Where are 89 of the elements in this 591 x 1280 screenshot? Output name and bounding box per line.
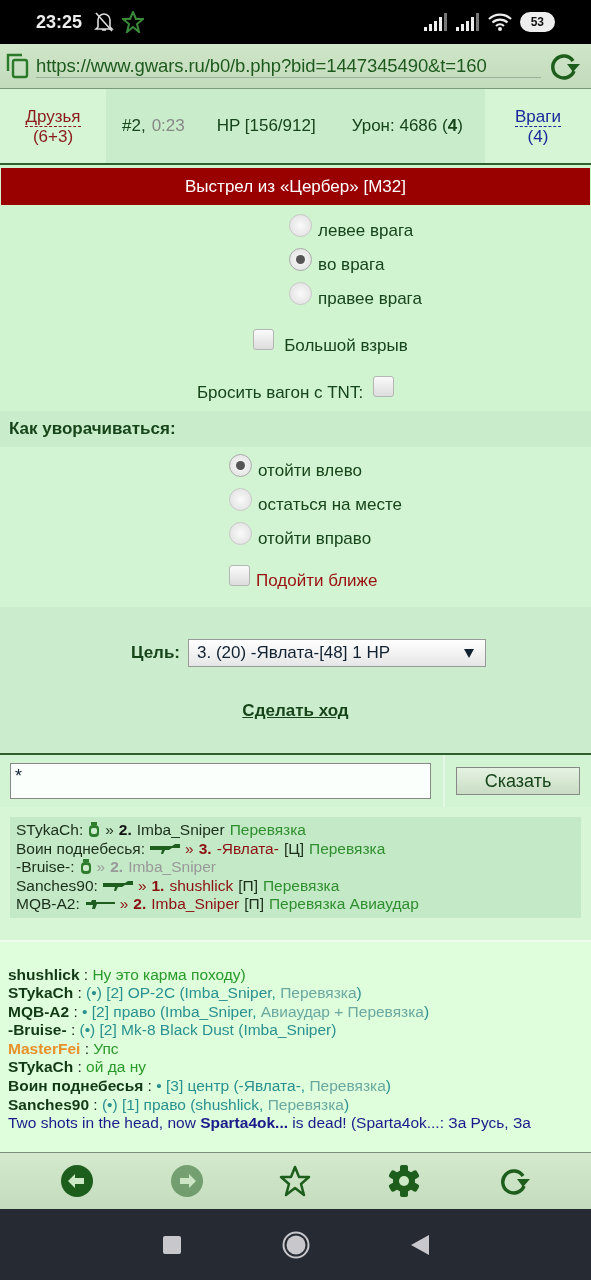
friends-link[interactable]: Друзья [25,106,81,127]
log-text: 2. [133,895,147,914]
radio-button[interactable] [289,213,313,237]
rifle-icon [102,879,133,892]
option-label[interactable]: левее врага [318,221,414,241]
enemies-count: (4) [527,126,549,146]
option-label[interactable]: во врага [318,255,385,275]
clock: 23:25 [36,11,83,33]
option-label[interactable]: Подойти ближе [256,571,378,591]
log-text: 2. [110,858,124,877]
checkbox[interactable] [229,564,250,586]
option-label[interactable]: правее врага [318,289,422,309]
log-text: Перевязка Авиаудар [268,895,419,914]
log-text: » [137,876,147,895]
log-text: Imba_Sniper [136,821,225,840]
log-text: Перевязка [229,821,306,840]
radio-button[interactable] [229,453,252,477]
copy-icon[interactable] [6,53,30,79]
hp-text: HP [156/912] [216,116,316,136]
section-title: Как уворачиваться: [0,411,591,447]
chat-message: Воин поднебесья : • [3] центр (-Явлата-, Перевязка) [8,1077,392,1096]
log-text: [П] [238,876,258,895]
dropdown-caret-icon [463,647,475,659]
target-label: Цель: [131,643,180,663]
chat-message: MasterFei : Упс [8,1039,120,1059]
star-icon [122,11,145,33]
system-message: Two shots in the head, now Sparta4ok... is dead! (Sparta4ok...: За Русь, За [8,1114,532,1133]
back-button[interactable] [59,1164,94,1198]
damage-text: Урон: 4686 (4) [351,116,463,136]
log-text: Sanches90: [16,876,98,895]
log-text: [Ц] [283,839,304,858]
say-button[interactable]: Сказать [456,767,580,795]
radio-button[interactable] [289,281,313,305]
log-text: » [185,839,194,858]
grenade-icon [88,822,101,839]
chat-message: MQB-A2 : • [2] право (Imba_Sniper, Авиаудар + Перевязка) [8,1002,431,1022]
log-text: STykaCh: [16,821,84,840]
turn-timer: 0:23 [151,116,185,136]
chat-message: -Bruise- : (•) [2] Mk-8 Black Dust (Imba_Sniper) [8,1021,338,1040]
option-label[interactable]: отойти влево [258,461,362,481]
submit-link[interactable]: Сделать ход [242,701,349,721]
back-button[interactable] [409,1233,430,1256]
recents-button[interactable] [161,1234,182,1255]
chat-message: STykaCh : (•) [2] ОР-2С (Imba_Sniper, Перевязка) [8,984,363,1003]
signal-icon [423,13,448,31]
log-text: Перевязка [262,876,340,895]
star-icon[interactable] [279,1165,312,1197]
rifle-icon [150,842,181,855]
log-text: Imba_Sniper [128,858,217,877]
radio-button[interactable] [229,487,252,511]
log-text: 1. [151,876,165,895]
bell-off-icon [94,11,115,33]
enemies-link[interactable]: Враги [515,106,561,127]
chat-input[interactable]: * [10,763,431,799]
option-label[interactable]: Большой взрыв [284,335,408,356]
log-text: MQB-A2: [16,895,80,914]
log-text: shushlick [169,876,234,895]
log-text: 3. [198,839,212,858]
log-text: -Bruise-: [16,858,75,877]
log-text: [П] [244,895,264,914]
rifle-icon [84,898,115,911]
radio-button[interactable] [289,247,313,271]
log-text: 2. [118,821,132,840]
home-button[interactable] [281,1230,310,1259]
grenade-icon [79,859,92,876]
checkbox[interactable] [373,376,395,397]
settings-icon[interactable] [387,1164,422,1198]
radio-button[interactable] [229,521,252,545]
chat-message: STykaCh : ой да ну [8,1058,147,1078]
log-text: Воин поднебесья: [16,839,146,858]
log-text: Перевязка [309,839,386,858]
log-text: » [96,858,106,877]
log-text: » [119,895,129,914]
wifi-icon [487,13,512,31]
option-label[interactable]: Бросить вагон с TNT: [196,382,364,403]
friends-count: (6+3) [32,126,74,146]
signal-icon [455,13,480,31]
shot-title: Выстрел из «Цербер» [M32] [1,168,590,205]
option-label[interactable]: остаться на месте [258,495,402,515]
chat-message: shushlick : Ну это карма походу) [8,965,247,985]
target-select[interactable]: 3. (20) -Явлата-[48] 1 HP [188,639,486,667]
battery-indicator: 53 [519,12,555,32]
checkbox[interactable] [253,329,275,350]
log-text: » [105,821,114,840]
option-label[interactable]: отойти вправо [258,529,372,549]
turn-number: #2, [122,116,146,136]
log-text: -Явлата- [216,839,279,858]
log-text: Imba_Sniper [151,895,240,914]
chat-message: Sanches90 : (•) [1] право (shushlick, Перевязка) [8,1095,351,1115]
